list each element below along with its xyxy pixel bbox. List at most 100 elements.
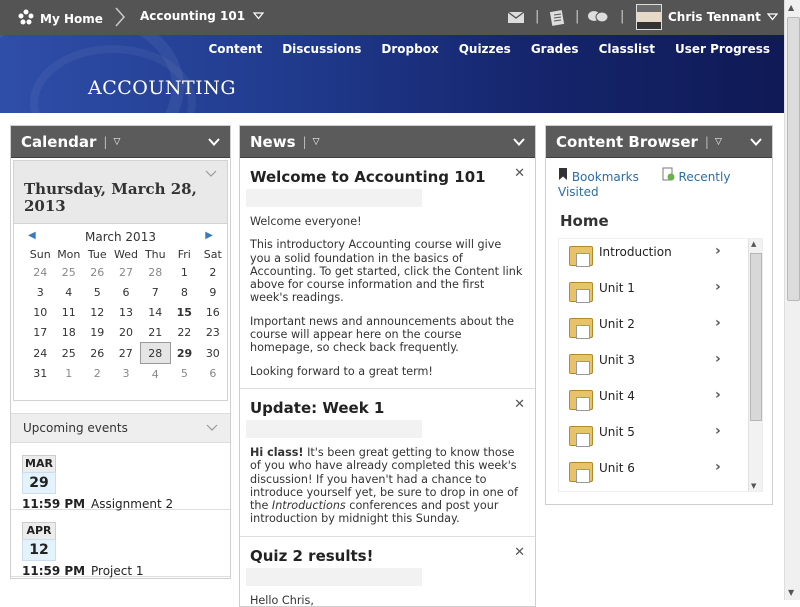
nav-discussions[interactable]: Discussions <box>282 42 361 56</box>
list-item[interactable]: Unit 4 › <box>559 383 762 419</box>
calendar-day[interactable]: 28 <box>141 262 170 282</box>
widget-menu-icon[interactable]: ▽ <box>715 137 722 147</box>
event-title[interactable]: Assignment 2 <box>91 497 173 511</box>
calendar-day[interactable]: 5 <box>83 282 111 302</box>
nav-grades[interactable]: Grades <box>531 42 579 56</box>
nav-dropbox[interactable]: Dropbox <box>381 42 438 56</box>
subscriptions-chat-icon[interactable] <box>587 9 609 28</box>
calendar-day[interactable]: 10 <box>26 302 54 322</box>
list-item[interactable]: Unit 6 › <box>559 455 762 491</box>
calendar-day[interactable]: 7 <box>141 282 170 302</box>
widget-menu-icon[interactable]: ▽ <box>313 137 320 147</box>
collapse-chevron-icon[interactable] <box>750 135 762 149</box>
close-icon[interactable]: ✕ <box>514 166 525 181</box>
nav-classlist[interactable]: Classlist <box>599 42 655 56</box>
calendar-day[interactable]: 6 <box>199 364 227 385</box>
calendar-day[interactable]: 16 <box>199 302 227 322</box>
event-item[interactable]: APR 12 11:59 PM Project 1 <box>11 510 230 578</box>
calendar-day[interactable]: 14 <box>141 302 170 322</box>
calendar-day[interactable]: 12 <box>83 302 111 322</box>
upcoming-events-header[interactable]: Upcoming events <box>11 413 230 443</box>
calendar-day[interactable]: 27 <box>111 262 140 282</box>
calendar-day[interactable]: 24 <box>26 343 54 364</box>
my-home-link[interactable]: My Home <box>18 9 103 28</box>
list-item[interactable]: Unit 2 › <box>559 311 762 347</box>
widget-menu-icon[interactable]: ▽ <box>113 137 120 147</box>
news-item-title: Quiz 2 results! <box>250 546 374 565</box>
calendar-day[interactable]: 27 <box>111 343 140 364</box>
list-scrollbar[interactable]: ▲ ▼ <box>748 239 762 491</box>
collapse-chevron-icon[interactable] <box>513 135 525 149</box>
calendar-day[interactable]: 3 <box>111 364 140 385</box>
chevron-right-icon[interactable]: › <box>715 279 721 295</box>
event-item[interactable]: MAR 29 11:59 PM Assignment 2 <box>11 443 230 511</box>
calendar-day-with-event[interactable]: 29 <box>170 343 199 364</box>
list-item[interactable]: Unit 1 › <box>559 275 762 311</box>
chevron-right-icon[interactable]: › <box>715 423 721 439</box>
list-item[interactable]: Introduction › <box>559 239 762 275</box>
calendar-day[interactable]: 24 <box>26 262 54 282</box>
calendar-day[interactable]: 26 <box>83 262 111 282</box>
calendar-day-with-event[interactable]: 15 <box>170 302 199 322</box>
chevron-right-icon[interactable]: › <box>715 351 721 367</box>
scroll-down-icon[interactable]: ▼ <box>751 482 756 490</box>
scroll-up-icon[interactable]: ▲ <box>788 3 794 12</box>
calendar-day[interactable]: 1 <box>170 262 199 282</box>
calendar-day[interactable]: 8 <box>170 282 199 302</box>
calendar-day[interactable]: 3 <box>26 282 54 302</box>
collapse-chevron-icon[interactable] <box>208 135 220 149</box>
chevron-right-icon[interactable]: › <box>715 243 721 259</box>
calendar-day[interactable]: 2 <box>199 262 227 282</box>
user-menu[interactable]: Chris Tennant <box>636 4 779 30</box>
calendar-day[interactable]: 18 <box>54 322 83 343</box>
scroll-down-icon[interactable]: ▼ <box>788 588 794 597</box>
calendar-day[interactable]: 19 <box>83 322 111 343</box>
calendar-day[interactable]: 5 <box>170 364 199 385</box>
calendar-day[interactable]: 26 <box>83 343 111 364</box>
calendar-day[interactable]: 9 <box>199 282 227 302</box>
chevron-down-icon[interactable] <box>205 167 217 180</box>
scroll-up-icon[interactable]: ▲ <box>751 240 756 248</box>
calendar-day[interactable]: 21 <box>141 322 170 343</box>
calendar-day[interactable]: 30 <box>199 343 227 364</box>
list-item[interactable]: Unit 3 › <box>559 347 762 383</box>
calendar-day[interactable]: 31 <box>26 364 54 385</box>
calendar-day[interactable]: 6 <box>111 282 140 302</box>
bookmarks-link[interactable]: Bookmarks <box>572 170 639 184</box>
calendar-day[interactable]: 23 <box>199 322 227 343</box>
calendar-day[interactable]: 4 <box>54 282 83 302</box>
calendar-day[interactable]: 25 <box>54 343 83 364</box>
calendar-day[interactable]: 2 <box>83 364 111 385</box>
calendar-day[interactable]: 11 <box>54 302 83 322</box>
close-icon[interactable]: ✕ <box>514 397 525 412</box>
chevron-right-icon[interactable]: › <box>715 315 721 331</box>
calendar-day[interactable]: 20 <box>111 322 140 343</box>
nav-content[interactable]: Content <box>208 42 262 56</box>
avatar <box>636 4 662 30</box>
event-title[interactable]: Project 1 <box>91 564 144 578</box>
calendar-day-today[interactable]: 28 <box>140 342 171 364</box>
chevron-right-icon[interactable]: › <box>715 387 721 403</box>
calendar-day[interactable]: 17 <box>26 322 54 343</box>
calendar-day[interactable]: 22 <box>170 322 199 343</box>
chevron-right-icon[interactable]: › <box>715 459 721 475</box>
nav-quizzes[interactable]: Quizzes <box>459 42 511 56</box>
list-item[interactable]: Unit 5 › <box>559 419 762 455</box>
calendar-day[interactable]: 1 <box>54 364 83 385</box>
calendar-day[interactable]: 13 <box>111 302 140 322</box>
module-label: Unit 3 <box>599 353 635 367</box>
upcoming-events-label: Upcoming events <box>23 421 128 435</box>
news-item: Quiz 2 results! ✕ Hello Chris, <box>240 537 535 606</box>
scrollbar-thumb[interactable] <box>787 17 800 301</box>
calendar-day[interactable]: 4 <box>141 364 170 385</box>
mail-icon[interactable] <box>507 9 525 28</box>
calendar-day[interactable]: 25 <box>54 262 83 282</box>
page-scrollbar[interactable]: ▲ ▼ <box>784 0 800 600</box>
updates-icon[interactable] <box>548 9 566 30</box>
next-month-icon[interactable]: ▶ <box>205 230 213 241</box>
scrollbar-thumb[interactable] <box>750 253 762 421</box>
course-selector[interactable]: Accounting 101 <box>140 9 265 23</box>
close-icon[interactable]: ✕ <box>514 545 525 560</box>
nav-user-progress[interactable]: User Progress <box>675 42 770 56</box>
news-paragraph: Important news and announcements about t… <box>250 314 515 355</box>
